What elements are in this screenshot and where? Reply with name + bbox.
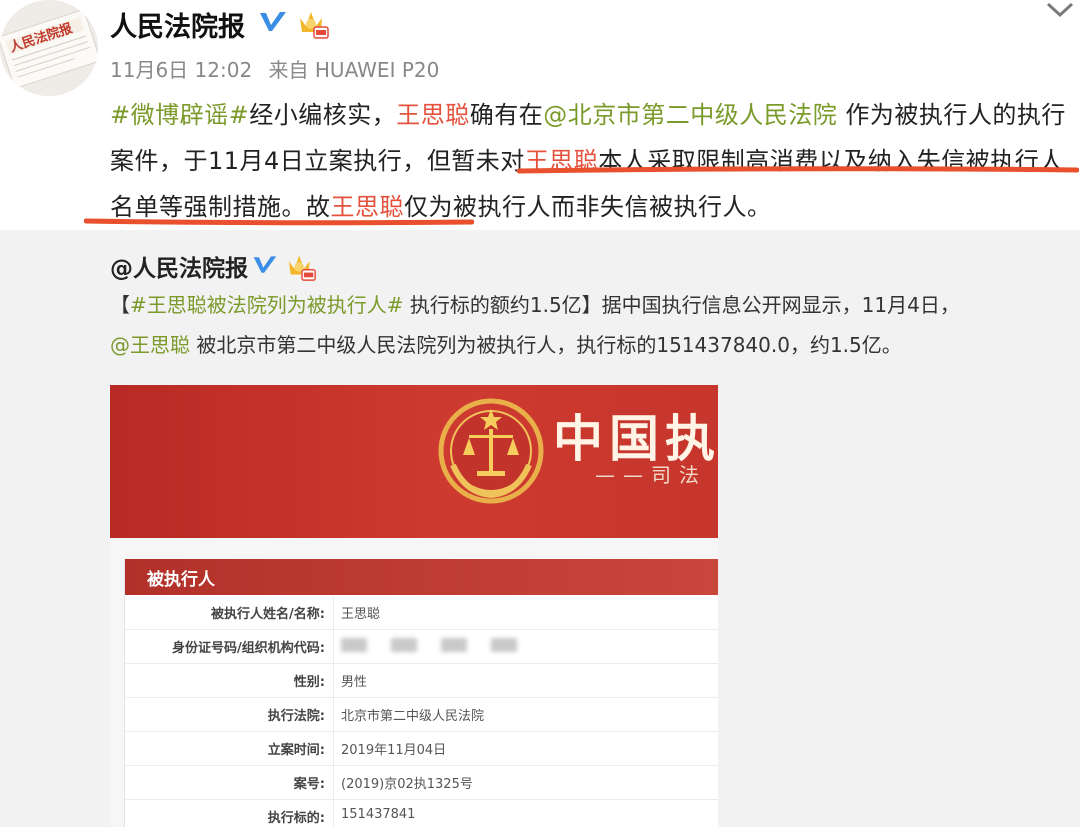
verified-v-icon [258,10,288,34]
blurred-id-value [341,637,541,652]
post-meta: 11月6日 12:02 来自 HUAWEI P20 [110,54,439,83]
row-label: 案号: [293,777,325,792]
verified-v-icon [252,254,278,276]
row-value: 北京市第二中级人民法院 [341,709,485,724]
row-value: (2019)京02执1325号 [341,777,473,792]
vip-crown-icon[interactable] [297,6,331,40]
post-date[interactable]: 11月6日 12:02 [110,58,252,82]
info-panel: 被执行人 被执行人姓名/名称: 王思聪 身份证号码/组织机构代码: 性别: 男性… [124,559,718,827]
topic-tag[interactable]: #微博辟谣# [110,101,249,129]
vip-crown-icon[interactable] [286,250,318,282]
court-emblem-icon [435,395,547,507]
post-text-fragment: 确有在 [469,101,544,129]
image-subtitle: ——司法 [595,463,707,487]
post-text-fragment: 但暂未对 [426,147,525,175]
post-text-fragment: 经小编核实， [249,101,397,129]
row-value: 男性 [341,675,368,690]
row-label: 被执行人姓名/名称: [211,607,325,622]
info-row: 被执行人姓名/名称: 王思聪 [125,596,718,630]
post-text: #微博辟谣#经小编核实，王思聪确有在@北京市第二中级人民法院 作为被执行人的执行… [110,92,1070,230]
avatar[interactable]: 人民法院报 [0,0,98,96]
row-label: 性别: [293,675,325,690]
panel-title: 被执行人 [147,570,215,590]
panel-header: 被执行人 [125,559,718,595]
post-source: 来自 HUAWEI P20 [268,58,440,82]
mention-link[interactable]: @北京市第二中级人民法院 [543,101,837,129]
row-value: 2019年11月04日 [341,743,447,758]
repost-text: 【#王思聪被法院列为被执行人# 执行标的额约1.5亿】据中国执行信息公开网显示，… [110,285,1070,365]
repost-author[interactable]: @人民法院报 [110,249,248,283]
underline-annotation [517,166,1079,174]
row-value: 王思聪 [341,607,381,622]
row-value: 151437841 [341,807,416,822]
name-highlight[interactable]: 王思聪 [396,101,470,129]
info-row: 性别: 男性 [125,664,718,698]
info-row: 立案时间: 2019年11月04日 [125,732,718,766]
repost-text-fragment: 被北京市第二中级人民法院列为被执行人，执行标的151437840.0，约1.5亿… [190,333,902,357]
info-row: 执行标的: 151437841 [125,800,718,827]
embedded-image[interactable]: 中国执行 ——司法 被执行人 被执行人姓名/名称: 王思聪 身份证号码/组织机构… [110,385,718,827]
repost-text-fragment: 【 [110,293,130,317]
row-label: 身份证号码/组织机构代码: [172,641,325,656]
info-row: 案号: (2019)京02执1325号 [125,766,718,800]
mention-link[interactable]: @王思聪 [110,333,190,357]
author-name[interactable]: 人民法院报 [110,5,245,44]
chevron-down-icon[interactable] [1044,0,1076,22]
underline-annotation [84,218,474,226]
row-label: 执行标的: [267,811,325,826]
row-label: 执行法院: [267,709,325,724]
info-row: 执行法院: 北京市第二中级人民法院 [125,698,718,732]
repost-text-fragment: 执行标的额约1.5亿】据中国执行信息公开网显示，11月4日， [403,293,960,317]
row-label: 立案时间: [267,743,325,758]
info-row: 身份证号码/组织机构代码: [125,630,718,664]
topic-tag[interactable]: #王思聪被法院列为被执行人# [130,293,404,317]
